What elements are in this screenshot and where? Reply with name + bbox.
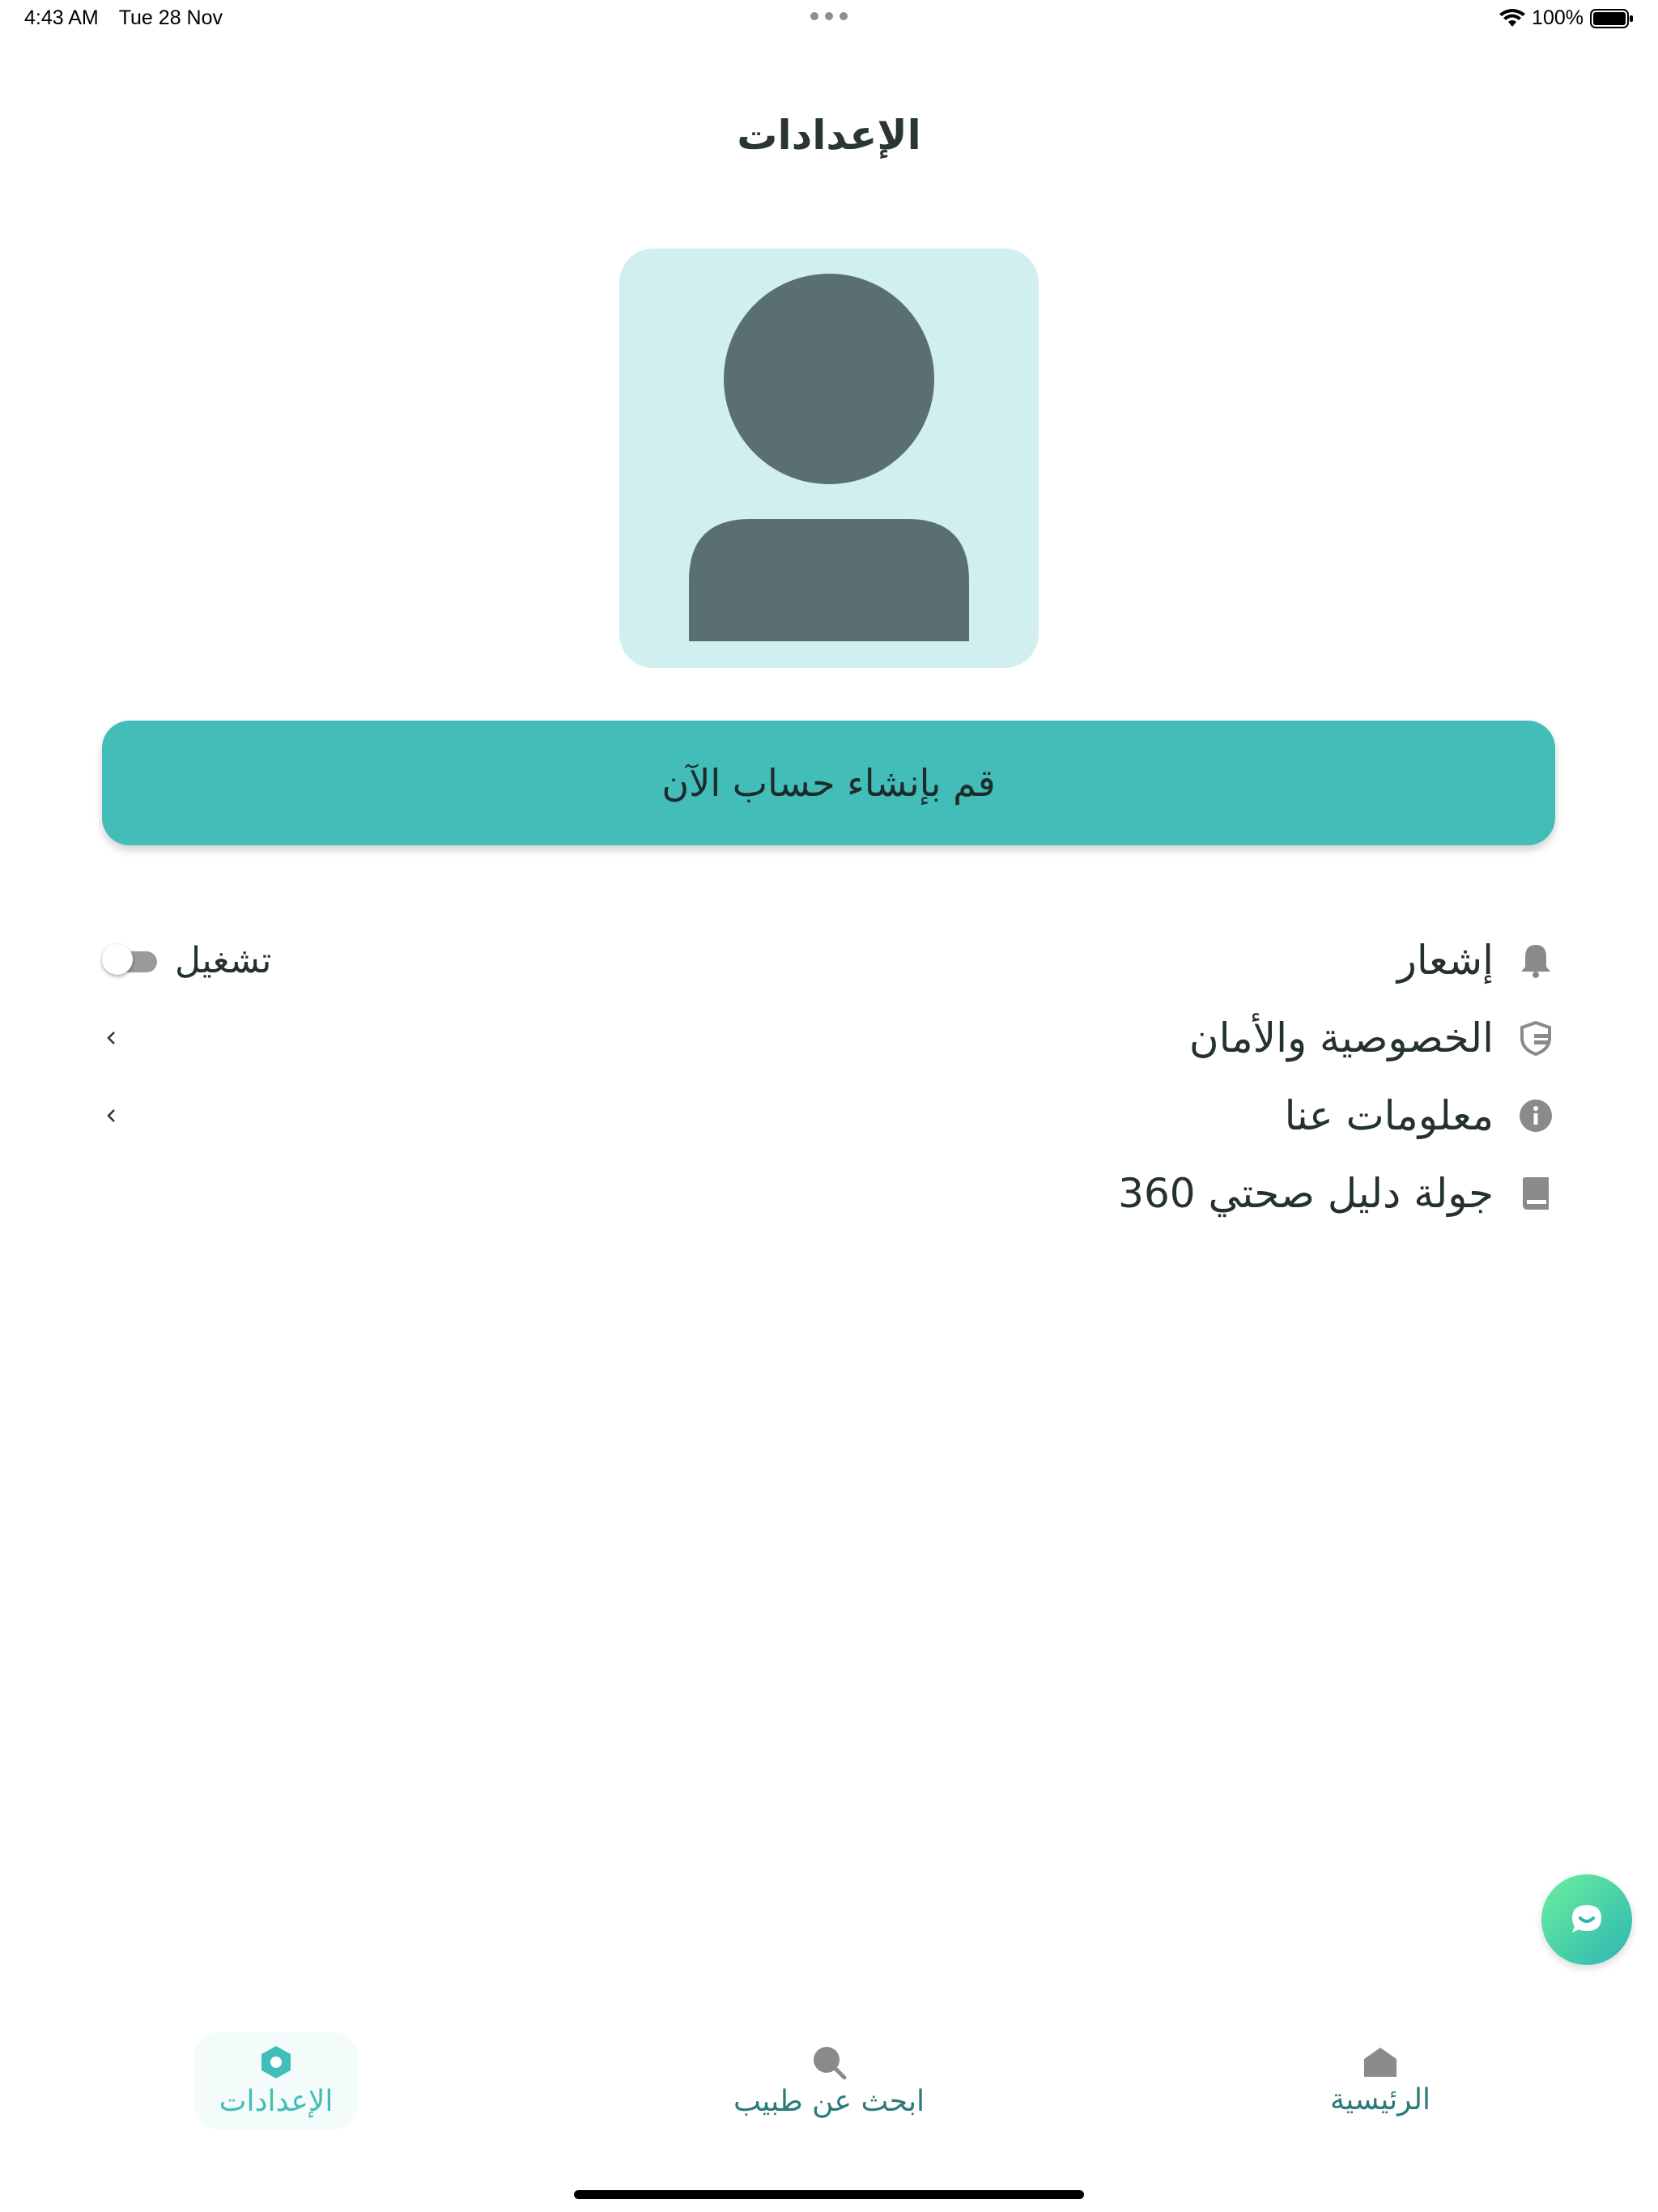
book-icon [1516, 1174, 1555, 1213]
create-account-label: قم بإنشاء حساب الآن [661, 761, 996, 805]
about-end [102, 1106, 121, 1125]
search-icon [814, 2046, 847, 2079]
battery-percent: 100% [1532, 6, 1584, 29]
privacy-label: الخصوصية والأمان [1188, 1015, 1494, 1061]
settings-icon [261, 2045, 291, 2078]
chat-button[interactable] [1541, 1874, 1632, 1965]
nav-home-label: الرئيسية [1330, 2082, 1431, 2116]
guide-tour-label: جولة دليل صحتي 360 [1118, 1170, 1494, 1217]
notifications-label: إشعار [1397, 937, 1494, 984]
info-icon [1516, 1096, 1555, 1135]
toggle-knob [102, 944, 133, 975]
page-title: الإعدادات [737, 112, 921, 159]
person-icon [689, 274, 969, 641]
nav-tab-find-doctor[interactable]: ابحث عن طبيب [704, 2032, 954, 2129]
time-text: 4:43 AM [24, 6, 99, 29]
nav-tab-home[interactable]: الرئيسية [1295, 2032, 1465, 2129]
settings-row-notifications[interactable]: إشعار تشغيل [102, 928, 1555, 993]
notifications-toggle[interactable] [102, 944, 157, 975]
toggle-label: تشغيل [175, 939, 272, 981]
settings-row-about[interactable]: معلومات عنا [102, 1083, 1555, 1148]
status-bar-right: 100% [1499, 6, 1634, 30]
home-indicator[interactable] [574, 2190, 1084, 2199]
chevron-left-icon [107, 1032, 115, 1044]
nav-find-doctor-label: ابحث عن طبيب [733, 2084, 925, 2118]
avatar[interactable] [619, 249, 1039, 668]
privacy-end [102, 1028, 121, 1048]
notifications-toggle-group: تشغيل [102, 940, 271, 981]
shield-icon [1516, 1019, 1555, 1057]
nav-settings-label: الإعدادات [219, 2084, 334, 2118]
multitasking-dots-icon[interactable] [810, 11, 848, 21]
status-bar-time: 4:43 AM Tue 28 Nov [24, 6, 223, 30]
create-account-button[interactable]: قم بإنشاء حساب الآن [102, 721, 1555, 845]
chat-bubble-icon [1572, 1905, 1601, 1933]
nav-tab-settings[interactable]: الإعدادات [194, 2032, 358, 2129]
bell-icon [1516, 941, 1555, 980]
battery-icon [1590, 8, 1633, 28]
chevron-left-icon [107, 1109, 115, 1122]
wifi-icon [1499, 8, 1526, 27]
date-text: Tue 28 Nov [118, 6, 223, 29]
about-label: معلومات عنا [1284, 1092, 1494, 1139]
settings-row-privacy[interactable]: الخصوصية والأمان [102, 1006, 1555, 1070]
home-icon [1364, 2047, 1397, 2077]
settings-row-guide-tour[interactable]: جولة دليل صحتي 360 [102, 1161, 1555, 1226]
